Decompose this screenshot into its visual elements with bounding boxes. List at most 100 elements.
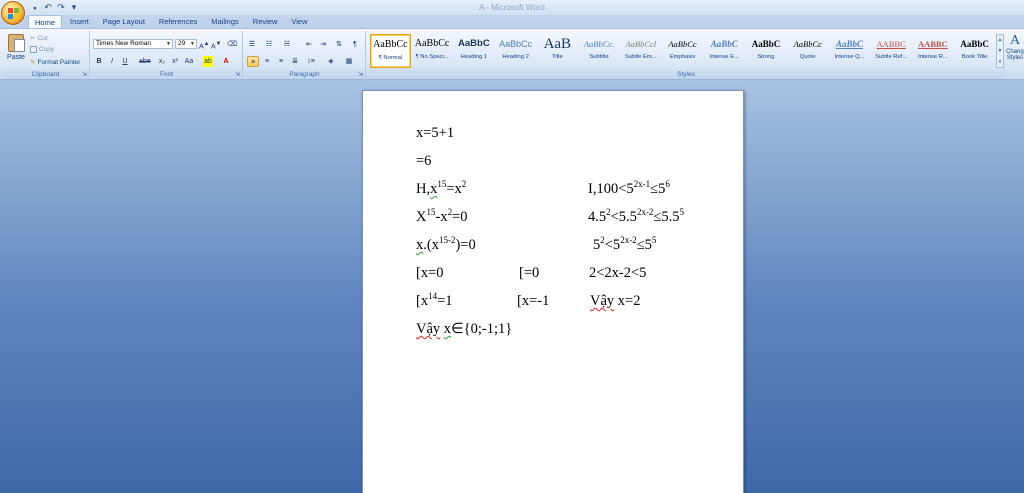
tab-review[interactable]: Review (247, 15, 284, 28)
style-no-spacing[interactable]: AaBbCc ¶ No Spaci... (412, 34, 453, 68)
cut-label: Cut (37, 34, 48, 42)
font-launcher-icon[interactable]: ⇲ (235, 71, 240, 78)
font-name-combo[interactable]: Times New Roman ▼ (93, 39, 173, 49)
borders-button[interactable]: ▦ (344, 56, 354, 67)
subscript-button[interactable]: x₂ (157, 56, 167, 67)
doc-text: <5.5 (610, 209, 637, 225)
sort-button[interactable]: ⇅ (334, 39, 344, 50)
numbering-button[interactable]: ☷ (264, 39, 274, 50)
style-sample: AaBbC (710, 39, 738, 49)
doc-line: [=0 (519, 265, 539, 282)
doc-text: 2<2x-2<5 (589, 265, 647, 281)
doc-text: =0 (452, 209, 468, 225)
line-spacing-button[interactable]: ↕≡ (306, 56, 316, 67)
highlight-button[interactable]: ab (203, 56, 213, 67)
styles-gallery-scroll[interactable]: ▲ ▼ ▾ (996, 34, 1004, 68)
doc-text: ∈{0;-1;1} (451, 321, 513, 337)
strikethrough-button[interactable]: abe (139, 56, 151, 67)
doc-text: Vậy (590, 293, 615, 309)
style-sample: AaBbCc (793, 39, 822, 49)
decrease-indent-button[interactable]: ⇤ (304, 39, 314, 50)
tab-home[interactable]: Home (28, 15, 63, 28)
style-name: Subtle Em... (625, 54, 657, 60)
style-book-title[interactable]: AaBbC Book Title (954, 34, 995, 68)
style-name: ¶ Normal (378, 55, 403, 61)
document-page[interactable]: x=5+1 =6 H,x15=x2 X15-x2=0 x.(x15-2)=0 [… (362, 90, 744, 493)
tab-references[interactable]: References (153, 15, 203, 28)
bullets-button[interactable]: ☰ (247, 39, 257, 50)
underline-button[interactable]: U (120, 56, 130, 67)
multilevel-list-button[interactable]: ☵ (282, 39, 292, 50)
style-strong[interactable]: AaBbC Strong (746, 34, 787, 68)
style-name: Heading 2 (502, 54, 529, 60)
font-size-combo[interactable]: 29 ▼ (175, 39, 197, 49)
tab-mailings[interactable]: Mailings (205, 15, 245, 28)
window-title: A - Microsoft Word (479, 3, 545, 12)
style-subtle-emphasis[interactable]: AaBbCcl Subtle Em... (620, 34, 661, 68)
paragraph-launcher-icon[interactable]: ⇲ (358, 71, 363, 78)
format-painter-label: Format Painter (37, 58, 81, 66)
office-logo-icon (8, 8, 19, 19)
styles-group-label: Styles (367, 70, 1005, 79)
shrink-font-button[interactable]: A▼ (211, 39, 221, 50)
tab-insert[interactable]: Insert (64, 15, 95, 28)
style-quote[interactable]: AaBbCc Quote (787, 34, 828, 68)
doc-line: x.(x15-2)=0 (416, 236, 476, 254)
doc-superscript: 2x-2 (636, 207, 654, 217)
format-painter-button[interactable]: ✎ Format Painter (30, 58, 81, 67)
style-subtle-reference[interactable]: AABBC Subtle Ref... (871, 34, 912, 68)
style-normal[interactable]: AaBbCc ¶ Normal (370, 34, 411, 68)
align-right-button[interactable]: ≡ (276, 56, 286, 67)
doc-text: =x (446, 181, 462, 197)
clipboard-launcher-icon[interactable]: ⇲ (82, 71, 87, 78)
doc-text: [x=-1 (517, 293, 550, 309)
clipboard-group: Paste ✂ Cut Copy ✎ Format Painter Clipbo… (2, 31, 90, 79)
font-group: Times New Roman ▼ 29 ▼ A▲ A▼ ⌫ B I U abe… (91, 31, 243, 79)
style-subtitle[interactable]: AaBbCc. Subtitle (579, 34, 620, 68)
shading-button[interactable]: ◈ (326, 56, 336, 67)
style-intense-reference[interactable]: AABBC Intense R... (913, 34, 954, 68)
clear-formatting-button[interactable]: ⌫ (227, 39, 237, 50)
paste-button[interactable]: Paste (5, 34, 27, 68)
doc-text: ≤5.5 (653, 209, 680, 225)
copy-icon (30, 46, 37, 53)
style-sample: AaBbCc (414, 38, 450, 49)
ribbon: Paste ✂ Cut Copy ✎ Format Painter Clipbo… (0, 28, 1024, 80)
bold-button[interactable]: B (94, 56, 104, 67)
change-case-button[interactable]: Aa (184, 56, 194, 67)
styles-gallery: AaBbCc ¶ Normal AaBbCc ¶ No Spaci... AaB… (370, 34, 995, 68)
office-button[interactable] (1, 1, 25, 25)
style-sample: AaBbCc. (583, 39, 615, 49)
doc-superscript: 5 (651, 235, 657, 245)
style-sample: AABBC (918, 39, 948, 49)
tab-view[interactable]: View (285, 15, 313, 28)
increase-indent-button[interactable]: ⇥ (318, 39, 328, 50)
style-heading-1[interactable]: AaBbC Heading 1 (453, 34, 494, 68)
align-center-button[interactable]: ≡ (262, 56, 272, 67)
superscript-button[interactable]: x² (170, 56, 180, 67)
change-styles-label: Change Styles (1006, 49, 1024, 61)
copy-button[interactable]: Copy (30, 46, 54, 53)
doc-superscript: 6 (665, 179, 670, 189)
doc-text: ≤5 (636, 237, 652, 253)
style-title[interactable]: AaB Title (537, 34, 578, 68)
doc-line: X15-x2=0 (416, 208, 468, 226)
change-styles-button[interactable]: A Change Styles (1006, 33, 1024, 61)
grow-font-button[interactable]: A▲ (199, 39, 209, 50)
dropdown-arrow-icon: ▼ (190, 41, 195, 47)
font-color-button[interactable]: A (221, 56, 231, 67)
style-name: Emphasis (669, 54, 696, 60)
font-size-value: 29 (178, 40, 186, 47)
style-intense-quote[interactable]: AaBbC Intense Q... (829, 34, 870, 68)
style-intense-emphasis[interactable]: AaBbC Intense E... (704, 34, 745, 68)
align-left-button[interactable]: ≡ (247, 56, 259, 67)
cut-button[interactable]: ✂ Cut (30, 34, 48, 43)
style-heading-2[interactable]: AaBbCc Heading 2 (495, 34, 536, 68)
doc-superscript: 14 (428, 291, 438, 301)
show-formatting-button[interactable]: ¶ (350, 39, 360, 50)
justify-button[interactable]: ≣ (290, 56, 300, 67)
paintbrush-icon: ✎ (30, 59, 36, 66)
tab-page-layout[interactable]: Page Layout (97, 15, 151, 28)
italic-button[interactable]: I (107, 56, 117, 67)
style-emphasis[interactable]: AaBbCc Emphasis (662, 34, 703, 68)
